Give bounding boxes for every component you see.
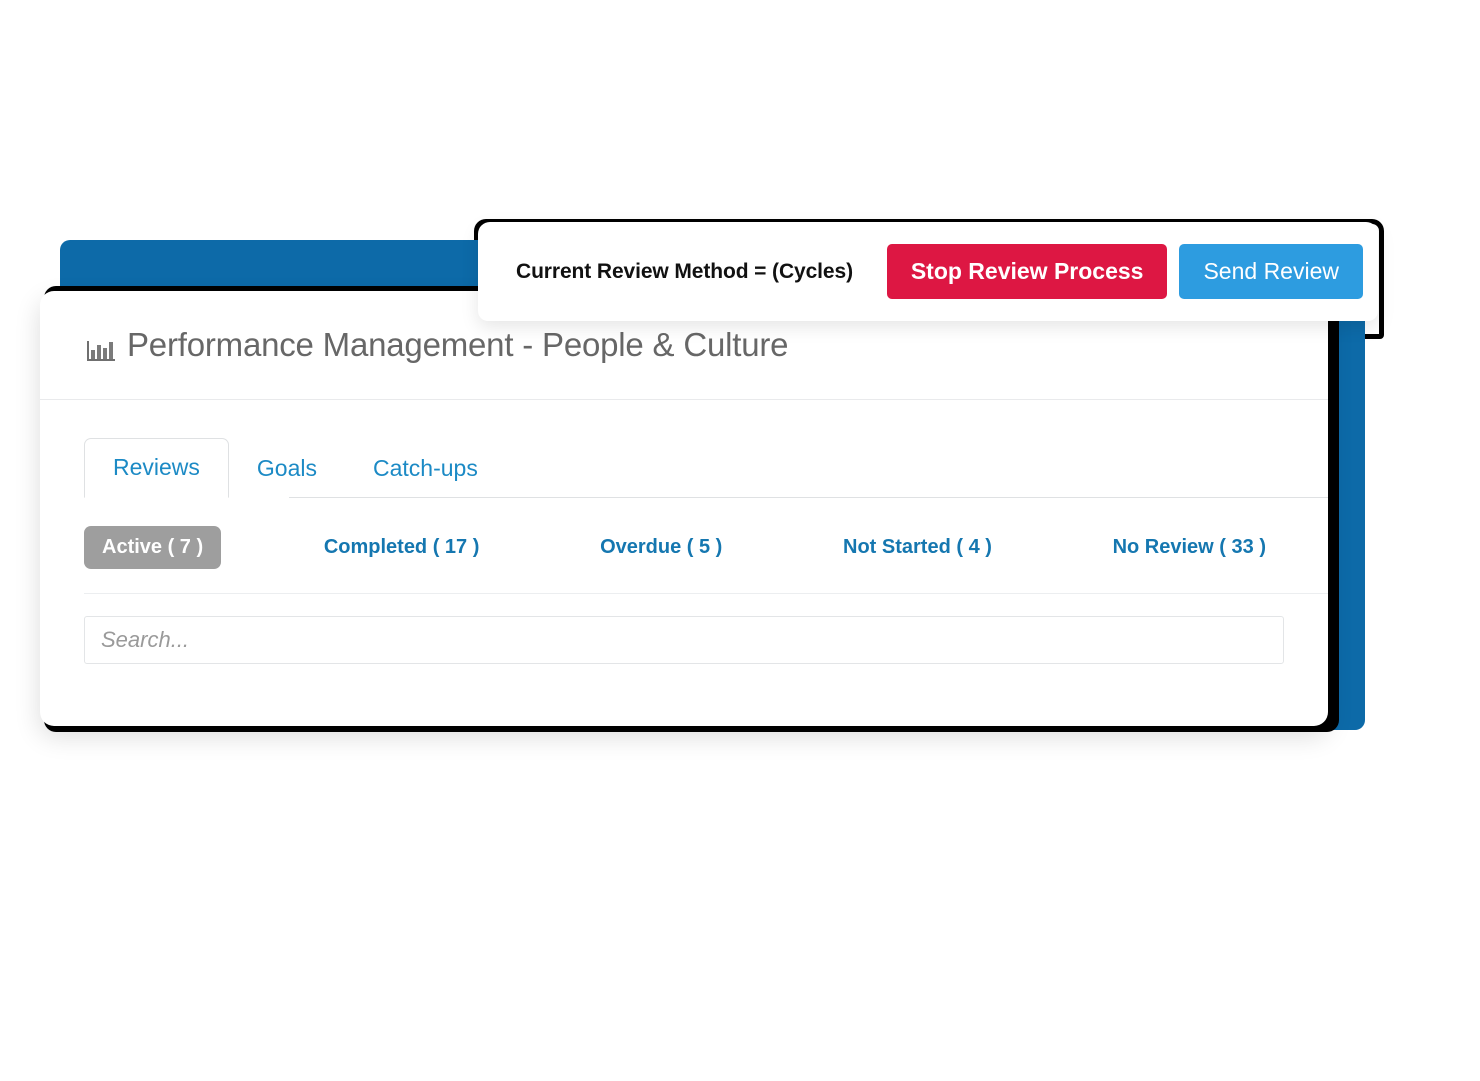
search-input[interactable] (84, 616, 1284, 664)
current-review-method-label: Current Review Method = (Cycles) (516, 259, 853, 283)
tab-goals[interactable]: Goals (229, 440, 345, 498)
review-action-toolbar: Current Review Method = (Cycles) Stop Re… (478, 222, 1378, 321)
tab-bar: Reviews Goals Catch-ups (84, 422, 1328, 498)
tab-catch-ups[interactable]: Catch-ups (345, 440, 506, 498)
card-body: Reviews Goals Catch-ups Active ( 7 ) Com… (40, 422, 1328, 664)
filter-pill-overdue[interactable]: Overdue ( 5 ) (582, 526, 740, 569)
filter-pill-not-started-label: Not Started (843, 536, 951, 558)
filter-pill-overdue-count: ( 5 ) (686, 536, 723, 558)
toolbar-actions: Stop Review Process Send Review (886, 244, 1378, 299)
screen-root: Performance Management - People & Cultur… (0, 0, 1480, 1081)
filter-pill-no-review-count: ( 33 ) (1219, 536, 1266, 558)
filter-pill-completed[interactable]: Completed ( 17 ) (306, 526, 498, 569)
filter-pill-bar: Active ( 7 ) Completed ( 17 ) Overdue ( … (84, 498, 1328, 594)
filter-pill-active[interactable]: Active ( 7 ) (84, 526, 222, 569)
filter-pill-active-count: ( 7 ) (167, 536, 204, 558)
tab-catch-ups-label: Catch-ups (373, 455, 478, 481)
tab-reviews-label: Reviews (113, 454, 200, 480)
bar-chart-icon (86, 334, 116, 361)
filter-pill-active-label: Active (102, 536, 163, 558)
stop-review-process-button[interactable]: Stop Review Process (886, 244, 1168, 299)
filter-pill-completed-count: ( 17 ) (432, 536, 480, 558)
filter-pill-not-started-count: ( 4 ) (956, 536, 992, 558)
filter-pill-overdue-label: Overdue (600, 536, 682, 558)
page-title-text: Performance Management - People & Cultur… (127, 326, 789, 363)
performance-management-card: Performance Management - People & Cultur… (40, 291, 1328, 726)
send-review-button[interactable]: Send Review (1179, 244, 1363, 299)
page-title: Performance Management - People & Cultur… (86, 326, 789, 364)
filter-pill-not-started[interactable]: Not Started ( 4 ) (825, 526, 1010, 569)
filter-pill-no-review[interactable]: No Review ( 33 ) (1095, 526, 1284, 569)
filter-pill-completed-label: Completed (323, 536, 428, 558)
filter-pill-no-review-label: No Review (1112, 536, 1214, 558)
tab-goals-label: Goals (256, 455, 318, 481)
tab-reviews[interactable]: Reviews (84, 438, 229, 498)
search-row (84, 594, 1284, 664)
